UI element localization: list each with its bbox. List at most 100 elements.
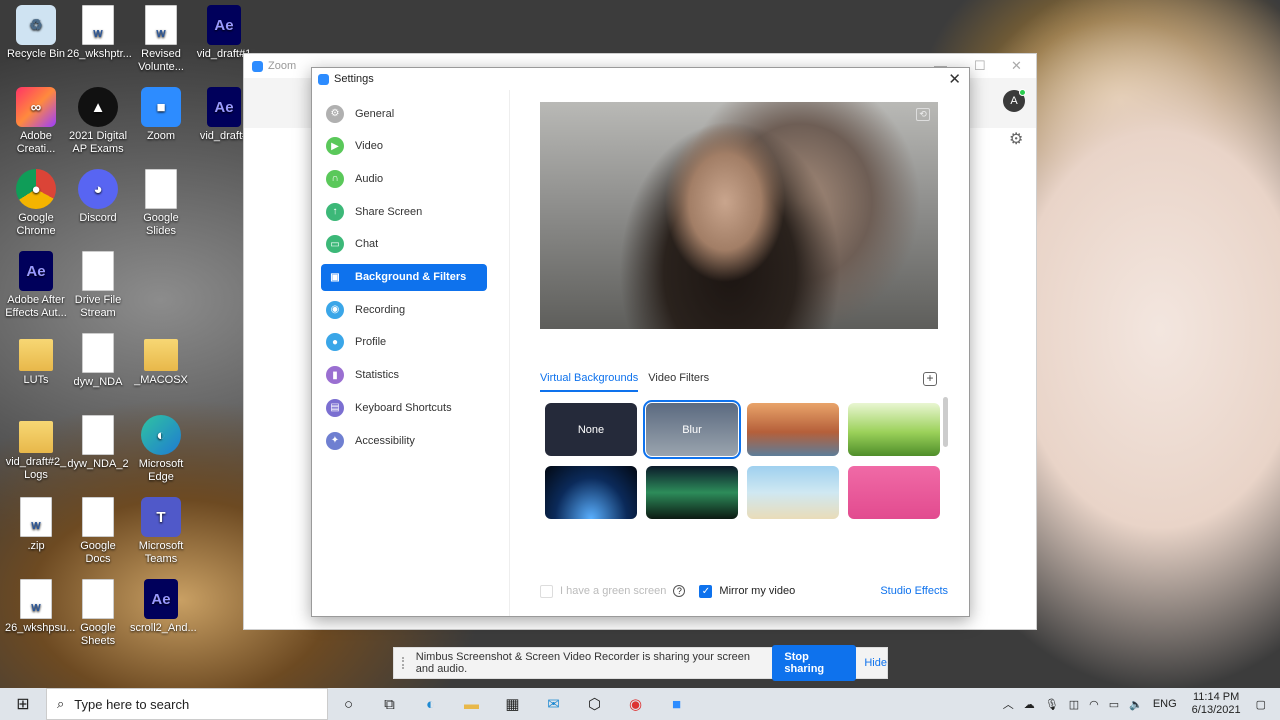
volume-icon[interactable]: 🔈 xyxy=(1129,698,1143,711)
nav-icon: ◉ xyxy=(326,300,344,319)
desktop-icon[interactable]: ◕ Discord xyxy=(67,169,129,225)
tab-virtual-backgrounds[interactable]: Virtual Backgrounds xyxy=(540,372,639,392)
nav-icon: ✦ xyxy=(326,431,344,450)
sidebar-item-statistics[interactable]: ▮ Statistics xyxy=(321,362,487,389)
nav-icon: ▶ xyxy=(326,137,344,156)
desktop-icon[interactable]: LUTs xyxy=(5,333,67,387)
desktop-icon[interactable]: vid_draft#2_ Logs xyxy=(5,415,67,482)
background-thumbnail[interactable] xyxy=(747,403,839,456)
green-screen-checkbox[interactable] xyxy=(540,584,553,598)
sidebar-item-accessibility[interactable]: ✦ Accessibility xyxy=(321,427,487,454)
stop-sharing-button[interactable]: Stop sharing xyxy=(772,645,857,681)
desktop-icon[interactable]: ▲ 2021 Digital AP Exams xyxy=(67,87,129,156)
folder-icon xyxy=(144,339,178,371)
desktop-icon-label: Zoom xyxy=(146,130,176,142)
desktop-icon[interactable]: W 26_wkshpsu... xyxy=(5,579,76,635)
mirror-video-checkbox[interactable]: ✓ xyxy=(699,584,713,598)
app-icon[interactable]: ⬡ xyxy=(574,688,615,720)
desktop-icon[interactable]: _MACOSX xyxy=(130,333,192,387)
background-thumbnail[interactable] xyxy=(545,466,637,519)
sidebar-item-recording[interactable]: ◉ Recording xyxy=(321,296,487,323)
desktop-icon[interactable]: Ae scroll2_And... xyxy=(130,579,197,635)
tab-video-filters[interactable]: Video Filters xyxy=(648,372,709,392)
background-thumbnail[interactable] xyxy=(646,466,738,519)
desktop-icon[interactable]: Drive File Stream xyxy=(67,251,129,320)
word-doc-icon: W xyxy=(20,497,52,537)
avatar[interactable]: A xyxy=(1003,89,1026,112)
hide-button[interactable]: Hide xyxy=(864,657,887,669)
chevron-up-icon[interactable]: ︿ xyxy=(1003,696,1014,712)
maximize-icon[interactable]: ☐ xyxy=(974,58,986,74)
language-indicator[interactable]: ENG xyxy=(1153,698,1177,710)
desktop-icon[interactable]: Ae Adobe After Effects Aut... xyxy=(5,251,67,320)
taskbar-search[interactable]: ⌕ Type here to search xyxy=(46,688,328,720)
cloud-icon[interactable]: ☁ xyxy=(1024,698,1035,711)
help-icon[interactable]: ? xyxy=(673,585,686,597)
wifi-icon[interactable]: ◠ xyxy=(1089,698,1099,711)
drag-handle-icon[interactable] xyxy=(402,657,406,669)
clock[interactable]: 11:14 PM 6/13/2021 xyxy=(1192,691,1241,717)
sidebar-item-general[interactable]: ⚙ General xyxy=(321,100,487,127)
scrollbar[interactable] xyxy=(943,397,948,447)
after-effects-icon: Ae xyxy=(207,5,241,45)
windows-start-icon[interactable]: ⊞ xyxy=(0,688,46,720)
battery-icon[interactable]: ▭ xyxy=(1109,698,1119,711)
rotate-camera-icon[interactable]: ⟲ xyxy=(916,108,930,121)
folder-icon xyxy=(19,421,53,453)
desktop-icon[interactable]: Google Sheets xyxy=(67,579,129,648)
desktop-icon[interactable]: dyw_NDA xyxy=(67,333,129,389)
mic-icon[interactable]: 🎙 xyxy=(1045,698,1059,711)
desktop-icon[interactable]: ♻ Recycle Bin xyxy=(5,5,67,61)
sidebar-item-label: Accessibility xyxy=(355,434,415,447)
recycle-bin-icon: ♻ xyxy=(16,5,56,45)
sidebar-item-audio[interactable]: ∩ Audio xyxy=(321,165,487,192)
desktop-icon[interactable]: ● Google Chrome xyxy=(5,169,67,238)
gear-icon[interactable]: ⚙ xyxy=(1009,129,1023,149)
desktop-icon[interactable]: W .zip xyxy=(5,497,67,553)
sidebar-item-background-filters[interactable]: ▣ Background & Filters xyxy=(321,263,487,291)
sidebar-item-label: Keyboard Shortcuts xyxy=(355,401,452,414)
background-thumbnail[interactable] xyxy=(848,403,940,456)
desktop-icon[interactable]: T Microsoft Teams xyxy=(130,497,192,566)
chrome-icon[interactable]: ◉ xyxy=(615,688,656,720)
nav-icon: ▤ xyxy=(326,398,344,417)
edge-icon[interactable]: ◐ xyxy=(410,688,451,720)
notifications-icon[interactable]: ▢ xyxy=(1256,698,1266,711)
mail-icon[interactable]: ✉ xyxy=(533,688,574,720)
task-view-icon[interactable]: ⧉ xyxy=(369,688,410,720)
add-background-button[interactable]: + xyxy=(923,372,937,386)
desktop-icon[interactable]: W 26_wkshptr... xyxy=(67,5,132,61)
cortana-icon[interactable]: ○ xyxy=(328,688,369,720)
nav-icon: ↑ xyxy=(326,202,344,221)
sidebar-item-profile[interactable]: ● Profile xyxy=(321,329,487,356)
close-icon[interactable]: ✕ xyxy=(948,70,961,88)
after-effects-icon: Ae xyxy=(207,87,241,127)
background-thumbnail[interactable]: Blur xyxy=(643,400,741,459)
desktop-icon-label: Revised Volunte... xyxy=(138,48,184,73)
network-icon[interactable]: ◫ xyxy=(1069,698,1079,711)
edge-icon: ◐ xyxy=(141,415,181,455)
close-icon[interactable]: ✕ xyxy=(1011,58,1022,74)
desktop-icon[interactable]: ◐ Microsoft Edge xyxy=(130,415,192,484)
desktop-icon[interactable]: Google Slides xyxy=(130,169,192,238)
background-thumbnail[interactable]: None xyxy=(545,403,637,456)
word-doc-icon: W xyxy=(145,5,177,45)
desktop-icon[interactable]: W Revised Volunte... xyxy=(130,5,192,74)
sidebar-item-keyboard-shortcuts[interactable]: ▤ Keyboard Shortcuts xyxy=(321,394,487,421)
desktop-icon[interactable]: ■ Zoom xyxy=(130,87,192,143)
sidebar-item-video[interactable]: ▶ Video xyxy=(321,133,487,160)
desktop-icon[interactable]: Google Docs xyxy=(67,497,129,566)
desktop-icon-label: dyw_NDA xyxy=(73,376,123,388)
background-thumbnail[interactable] xyxy=(747,466,839,519)
zoom-icon[interactable]: ■ xyxy=(656,688,697,720)
background-thumbnail[interactable] xyxy=(848,466,940,519)
studio-effects-link[interactable]: Studio Effects xyxy=(880,585,948,597)
file-explorer-icon[interactable]: ▬ xyxy=(451,688,492,720)
desktop-icon[interactable]: ∞ Adobe Creati... xyxy=(5,87,67,156)
sidebar-item-label: General xyxy=(355,107,395,120)
desktop-icon[interactable]: dyw_NDA_2 xyxy=(67,415,129,471)
sidebar-item-share-screen[interactable]: ↑ Share Screen xyxy=(321,198,487,225)
sidebar-item-chat[interactable]: ▭ Chat xyxy=(321,231,487,258)
desktop-icon-label: 26_wkshpsu... xyxy=(5,622,76,634)
store-icon[interactable]: ▦ xyxy=(492,688,533,720)
